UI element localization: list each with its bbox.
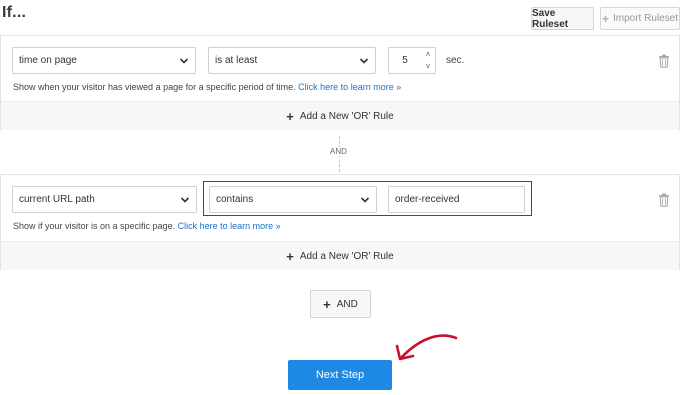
save-ruleset-button[interactable]: Save Ruleset	[531, 7, 594, 30]
add-or-rule-label: Add a New 'OR' Rule	[299, 110, 394, 122]
operator-select-value: is at least	[215, 55, 258, 66]
rule-help-text: Show when your visitor has viewed a page…	[13, 82, 401, 92]
chevron-down-icon	[359, 56, 369, 66]
time-value-stepper[interactable]: ˄ ˅	[422, 47, 434, 74]
plus-icon: +	[323, 296, 331, 312]
learn-more-link[interactable]: Click here to learn more »	[298, 82, 401, 92]
plus-icon: +	[286, 248, 294, 264]
spin-up-icon[interactable]: ˄	[426, 49, 431, 61]
highlight-box	[203, 181, 532, 216]
and-button-label: AND	[336, 298, 358, 310]
rule-group-1: time on page is at least 5 ˄ ˅ sec. Show…	[0, 35, 680, 130]
page-title: If...	[2, 4, 27, 21]
spin-down-icon[interactable]: ˅	[426, 61, 431, 73]
annotation-arrow-icon	[395, 334, 458, 361]
import-ruleset-button[interactable]: + Import Ruleset	[600, 7, 680, 30]
time-unit: sec.	[446, 55, 465, 66]
learn-more-link[interactable]: Click here to learn more »	[178, 221, 281, 231]
chevron-down-icon	[180, 195, 190, 205]
trash-icon[interactable]	[658, 193, 670, 207]
import-ruleset-label: Import Ruleset	[612, 13, 679, 24]
time-value: 5	[402, 55, 408, 66]
help-text: Show if your visitor is on a specific pa…	[13, 221, 176, 231]
trash-icon[interactable]	[658, 54, 670, 68]
add-or-rule-label: Add a New 'OR' Rule	[299, 250, 394, 262]
add-or-rule-button[interactable]: + Add a New 'OR' Rule	[1, 241, 679, 270]
condition-select-value: time on page	[19, 55, 77, 66]
condition-select[interactable]: current URL path	[12, 186, 197, 213]
operator-select[interactable]: is at least	[208, 47, 376, 74]
next-step-button[interactable]: Next Step	[288, 360, 392, 390]
condition-select[interactable]: time on page	[12, 47, 196, 74]
condition-select-value: current URL path	[19, 194, 95, 205]
chevron-down-icon	[179, 56, 189, 66]
add-or-rule-button[interactable]: + Add a New 'OR' Rule	[1, 101, 679, 130]
plus-icon: +	[601, 11, 609, 26]
plus-icon: +	[286, 108, 294, 124]
and-connector-label: AND	[328, 147, 349, 156]
rule-help-text: Show if your visitor is on a specific pa…	[13, 221, 281, 231]
add-and-group-button[interactable]: + AND	[310, 290, 371, 318]
help-text: Show when your visitor has viewed a page…	[13, 82, 296, 92]
